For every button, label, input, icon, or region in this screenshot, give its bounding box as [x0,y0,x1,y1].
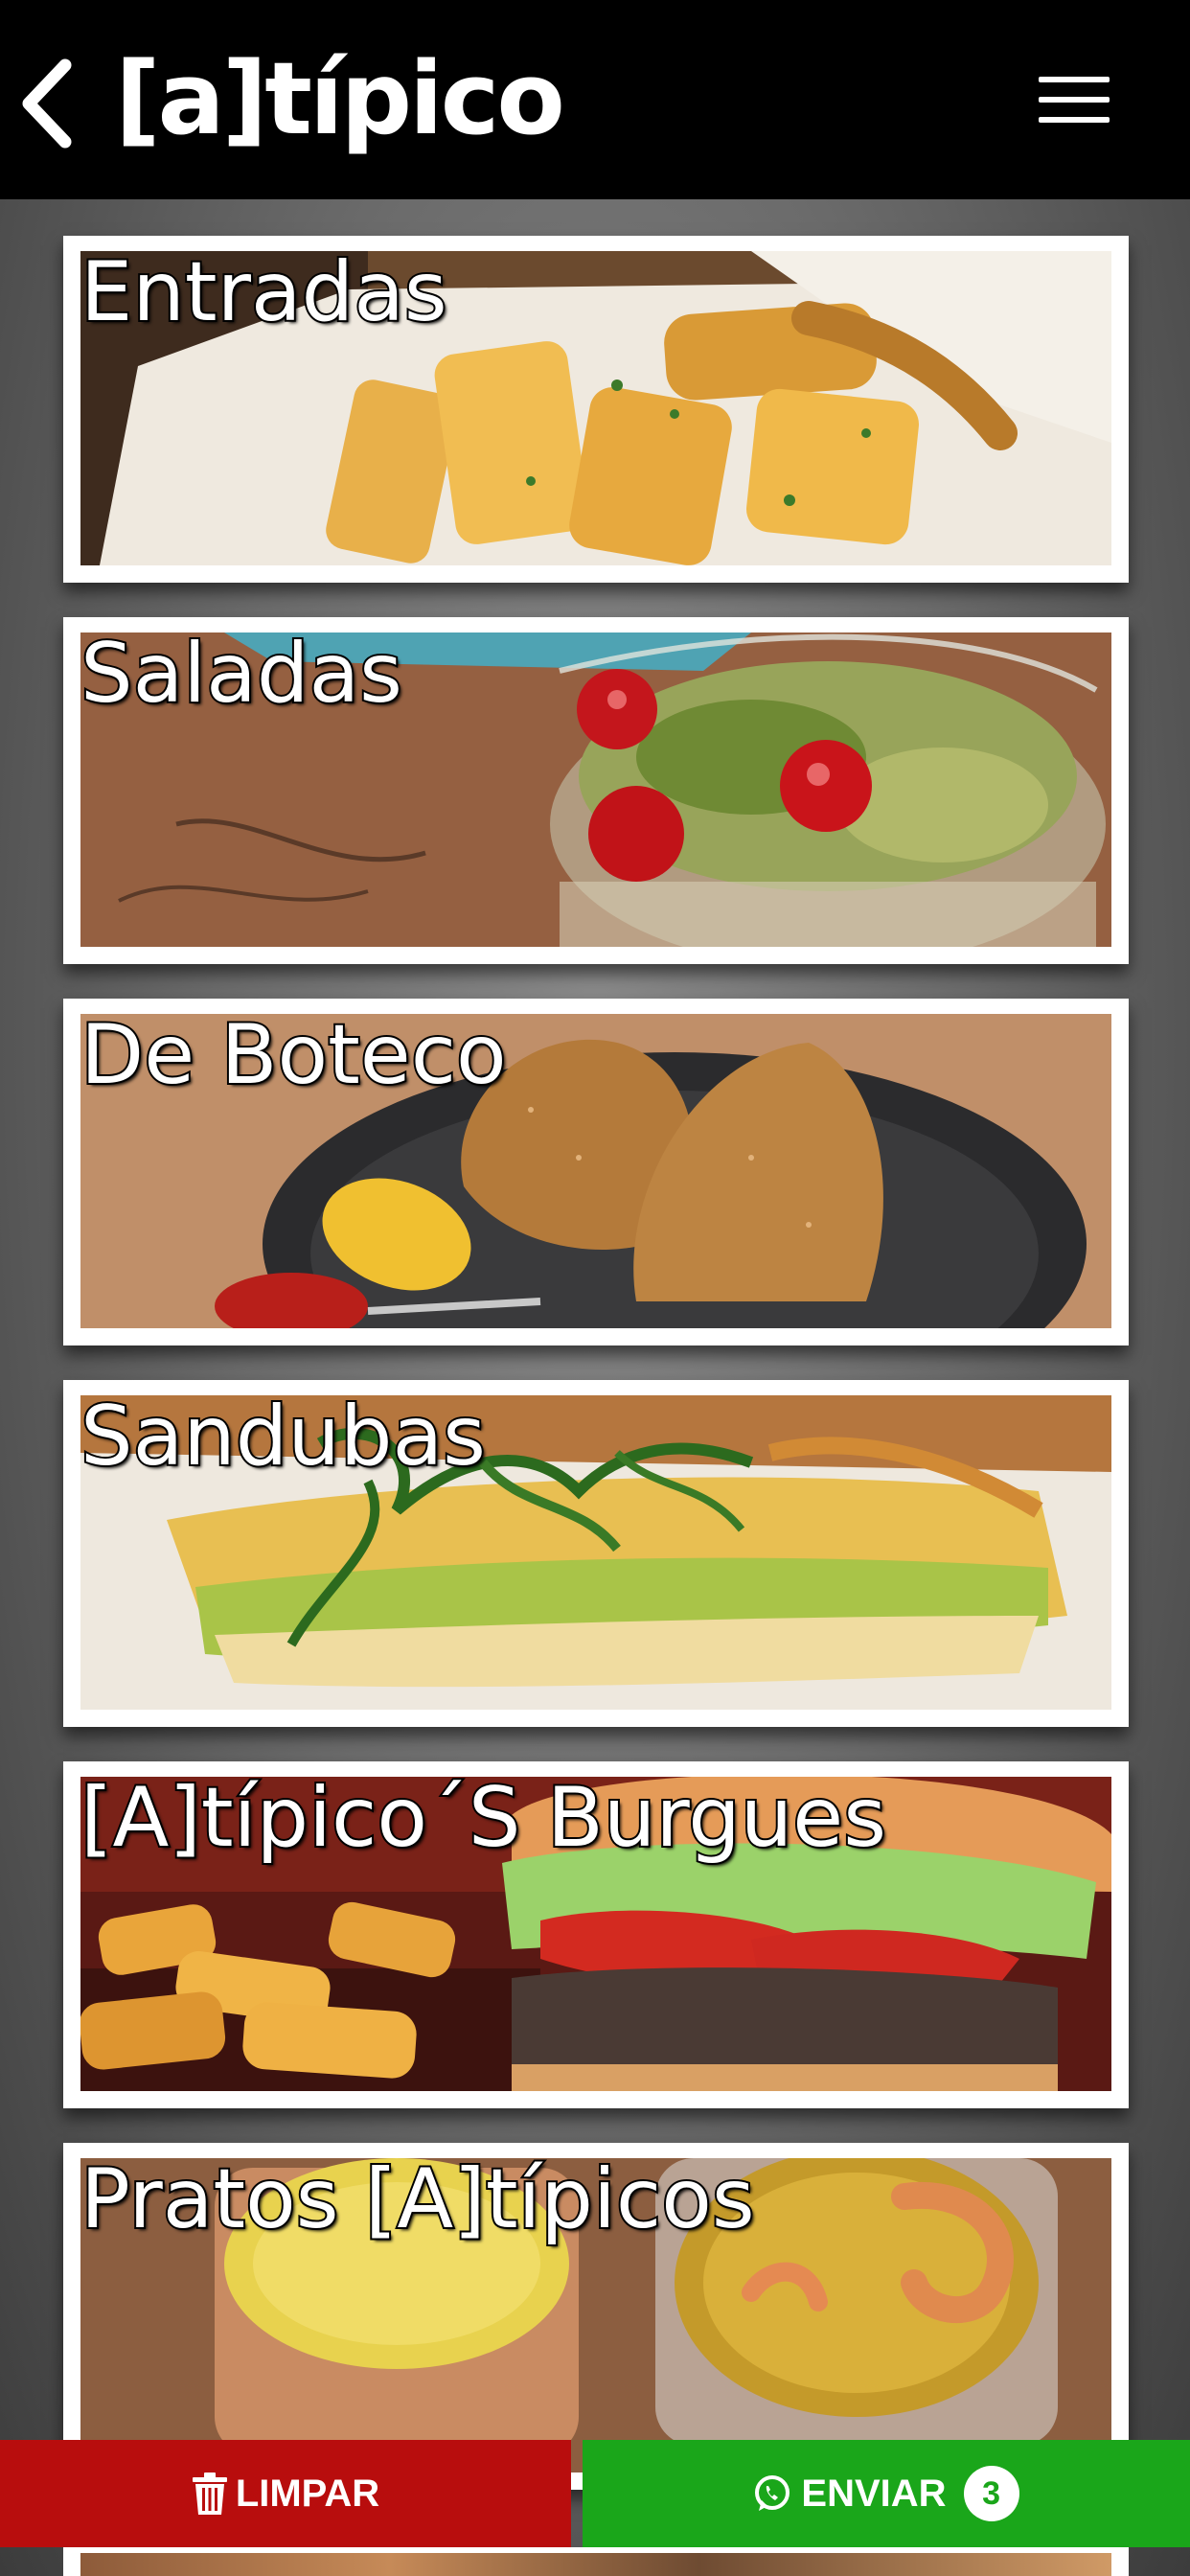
next-category-card-peek [63,2547,1129,2576]
category-card-saladas[interactable]: Saladas [63,617,1129,964]
category-card-sandubas[interactable]: Sandubas [63,1380,1129,1727]
category-title: Pratos [A]típicos [79,2151,757,2247]
hamburger-menu-icon [1039,77,1110,82]
category-title: [A]típico´S Burgues [79,1770,888,1866]
cart-count-badge: 3 [963,2466,1019,2521]
brand-logo: [a]típico [115,40,565,157]
clear-cart-label: LIMPAR [235,2472,380,2515]
category-card-pratos-atipicos[interactable]: Pratos [A]típicos [63,2143,1129,2490]
cart-action-bar: LIMPAR ENVIAR 3 [0,2440,1190,2547]
category-list: Entradas Saladas De Boteco Sandubas [A]t… [0,199,1190,2576]
clear-cart-button[interactable]: LIMPAR [0,2440,571,2547]
send-order-button[interactable]: ENVIAR 3 [583,2440,1190,2547]
category-title: Sandubas [79,1389,488,1484]
category-title: De Boteco [79,1007,509,1103]
category-title: Saladas [79,626,404,722]
app-header: [a]típico [0,0,1190,199]
back-button[interactable] [13,56,82,151]
chevron-left-icon [22,58,72,149]
trash-icon [192,2472,227,2515]
category-title: Entradas [79,244,449,340]
menu-button[interactable] [1035,69,1115,130]
send-order-label: ENVIAR [801,2472,947,2515]
whatsapp-icon [755,2475,790,2511]
category-card-atipicos-burgues[interactable]: [A]típico´S Burgues [63,1761,1129,2108]
category-card-entradas[interactable]: Entradas [63,236,1129,583]
category-card-de-boteco[interactable]: De Boteco [63,999,1129,1346]
